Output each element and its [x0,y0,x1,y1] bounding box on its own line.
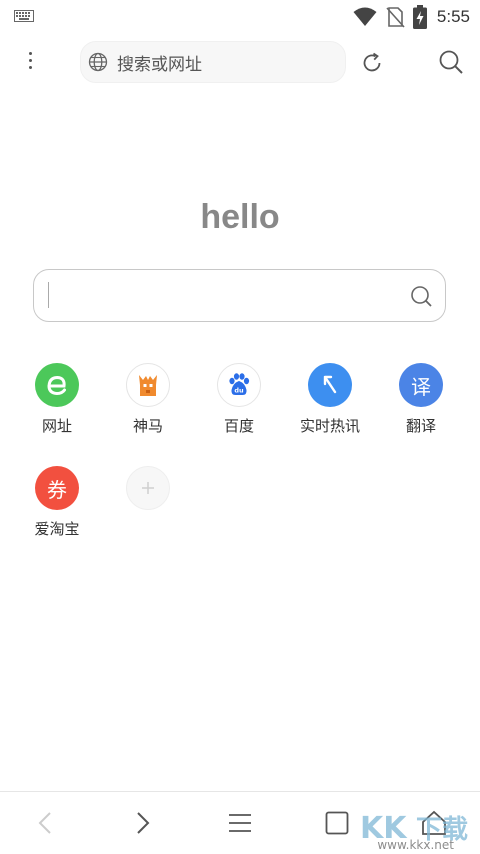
search-icon[interactable] [409,284,433,308]
main-search-box[interactable] [33,269,446,322]
shortcut-shenma[interactable]: 神马 [108,363,188,436]
shortcut-label: 翻译 [405,418,436,435]
coupon-icon: 券 [35,466,79,510]
watermark-url: www.kkx.net [377,838,454,852]
shortcut-label: 神马 [132,418,163,435]
address-placeholder: 搜索或网址 [117,54,202,74]
status-bar: 5:55 [0,0,480,32]
shenma-icon [126,363,170,407]
address-bar[interactable]: 搜索或网址 [80,41,346,83]
more-menu-icon[interactable] [20,48,40,78]
no-sim-icon [386,7,405,28]
shortcut-translate[interactable]: 译 翻译 [381,363,461,436]
menu-icon[interactable] [225,808,255,838]
keyboard-icon [14,10,34,22]
svg-text:du: du [234,387,244,395]
translate-icon: 译 [399,363,443,407]
search-icon[interactable] [438,49,464,75]
tabs-icon[interactable] [322,808,352,838]
shortcut-realtime-news[interactable]: 实时热讯 [290,363,370,436]
shortcut-add[interactable] [108,466,188,510]
baidu-paw-icon: du [217,363,261,407]
shortcut-aitaobao[interactable]: 券 爱淘宝 [17,466,97,539]
shortcut-url[interactable]: 网址 [17,363,97,436]
bottom-nav-bar: KK 下载 www.kkx.net [0,791,480,854]
shortcut-label: 爱淘宝 [34,521,80,538]
refresh-icon[interactable] [360,51,384,75]
shortcut-baidu[interactable]: du 百度 [199,363,279,436]
text-cursor [48,282,49,308]
back-icon[interactable] [31,808,61,838]
add-icon [126,466,170,510]
shortcut-label: 实时热讯 [299,418,360,435]
shortcut-label: 百度 [223,418,254,435]
battery-charging-icon [412,5,427,29]
news-arrow-icon [308,363,352,407]
status-time: 5:55 [436,7,470,26]
globe-icon [88,52,108,72]
e-browser-icon [35,363,79,407]
greeting-title: hello [200,198,280,236]
browser-toolbar: 搜索或网址 [0,32,480,92]
wifi-icon [353,7,377,26]
shortcut-label: 网址 [41,418,72,435]
forward-icon[interactable] [127,808,157,838]
